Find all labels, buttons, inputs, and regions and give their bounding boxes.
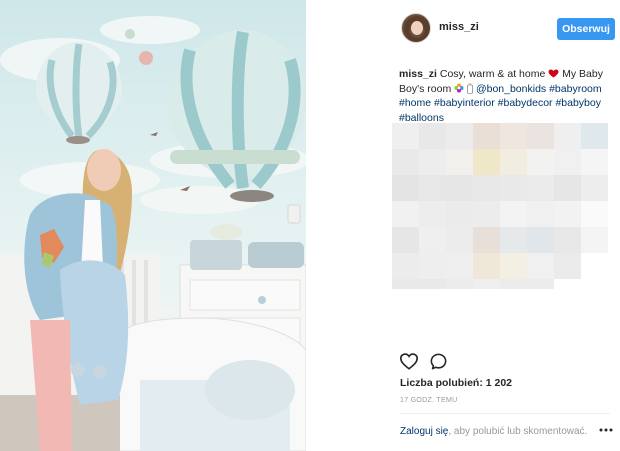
blurred-cell [392, 149, 419, 175]
blurred-cell [392, 175, 419, 201]
blurred-cell [392, 201, 419, 227]
blurred-cell [500, 175, 527, 201]
blurred-cell [419, 279, 446, 289]
nursery-photo-illustration [0, 16, 306, 451]
blurred-cell [581, 123, 608, 149]
blurred-cell [527, 175, 554, 201]
blurred-cell [581, 201, 608, 227]
blurred-cell [473, 201, 500, 227]
post-caption: miss_zi Cosy, warm & at home My Baby Boy… [399, 67, 611, 125]
post-side-panel: miss_zi Obserwuj miss_zi Cosy, warm & at… [306, 0, 620, 451]
heart-outline-icon[interactable] [399, 352, 419, 370]
post-photo[interactable] [0, 0, 306, 451]
blurred-cell [554, 175, 581, 201]
blurred-cell [446, 279, 473, 289]
blurred-cell [581, 149, 608, 175]
blurred-cell [527, 253, 554, 279]
blurred-cell [446, 201, 473, 227]
blurred-cell [473, 253, 500, 279]
blurred-cell [581, 253, 608, 279]
blurred-cell [419, 201, 446, 227]
caption-text-1: Cosy, warm & at home [439, 68, 546, 80]
hashtag-link[interactable]: #babyinterior [434, 97, 495, 109]
hashtag-link[interactable]: #balloons [399, 112, 444, 124]
blurred-cell [581, 279, 608, 289]
blurred-cell [500, 227, 527, 253]
hashtag-link[interactable]: #babyroom [549, 83, 602, 95]
blurred-cell [419, 253, 446, 279]
red-heart-emoji-icon [548, 69, 559, 78]
blurred-cell [473, 149, 500, 175]
blurred-cell [554, 123, 581, 149]
blurred-cell [419, 123, 446, 149]
blurred-cell [527, 227, 554, 253]
blurred-cell [419, 227, 446, 253]
blurred-cell [500, 123, 527, 149]
username-link[interactable]: miss_zi [439, 21, 479, 33]
blurred-cell [473, 227, 500, 253]
login-prompt: Zaloguj się, aby polubić lub skomentować… [400, 426, 587, 437]
blurred-cell [419, 175, 446, 201]
blurred-cell [554, 227, 581, 253]
blurred-cell [446, 123, 473, 149]
speech-bubble-icon[interactable] [429, 352, 448, 371]
avatar[interactable] [401, 13, 431, 43]
post-header: miss_zi Obserwuj [306, 0, 620, 60]
caption-username-link[interactable]: miss_zi [399, 68, 437, 80]
blurred-cell [527, 279, 554, 289]
blurred-cell [419, 149, 446, 175]
blurred-cell [392, 279, 419, 289]
blurred-cell [500, 201, 527, 227]
blurred-cell [581, 175, 608, 201]
blurred-cell [446, 227, 473, 253]
blurred-cell [473, 175, 500, 201]
blurred-cell [473, 279, 500, 289]
flower-emoji-icon [454, 83, 464, 93]
blurred-cell [392, 123, 419, 149]
divider [400, 413, 610, 414]
blurred-cell [500, 279, 527, 289]
hashtag-link[interactable]: #babyboy [555, 97, 601, 109]
likes-count[interactable]: Liczba polubień: 1 202 [400, 377, 512, 389]
blurred-cell [500, 149, 527, 175]
login-prompt-text: , aby polubić lub skomentować. [448, 426, 588, 437]
blurred-cell [500, 253, 527, 279]
blurred-cell [527, 123, 554, 149]
blurred-cell [527, 201, 554, 227]
blurred-cell [527, 149, 554, 175]
post-actions [399, 350, 479, 372]
avatar-face [411, 21, 423, 35]
blurred-cell [446, 253, 473, 279]
blurred-cell [446, 149, 473, 175]
blurred-comments [392, 123, 608, 293]
login-link[interactable]: Zaloguj się [400, 426, 448, 437]
blurred-cell [392, 253, 419, 279]
hashtag-link[interactable]: #home [399, 97, 431, 109]
baby-bottle-emoji-icon [467, 82, 473, 94]
follow-button[interactable]: Obserwuj [557, 18, 615, 40]
blurred-cell [554, 253, 581, 279]
blurred-cell [446, 175, 473, 201]
blurred-cell [554, 279, 581, 289]
blurred-cell [554, 201, 581, 227]
more-dots-icon[interactable] [599, 427, 613, 433]
hashtag-link[interactable]: #babydecor [498, 97, 553, 109]
blurred-cell [554, 149, 581, 175]
blurred-cell [473, 123, 500, 149]
mention-link[interactable]: @bon_bonkids [476, 83, 546, 95]
blurred-cell [581, 227, 608, 253]
post-timestamp[interactable]: 17 GODZ. TEMU [400, 397, 457, 404]
blurred-cell [392, 227, 419, 253]
